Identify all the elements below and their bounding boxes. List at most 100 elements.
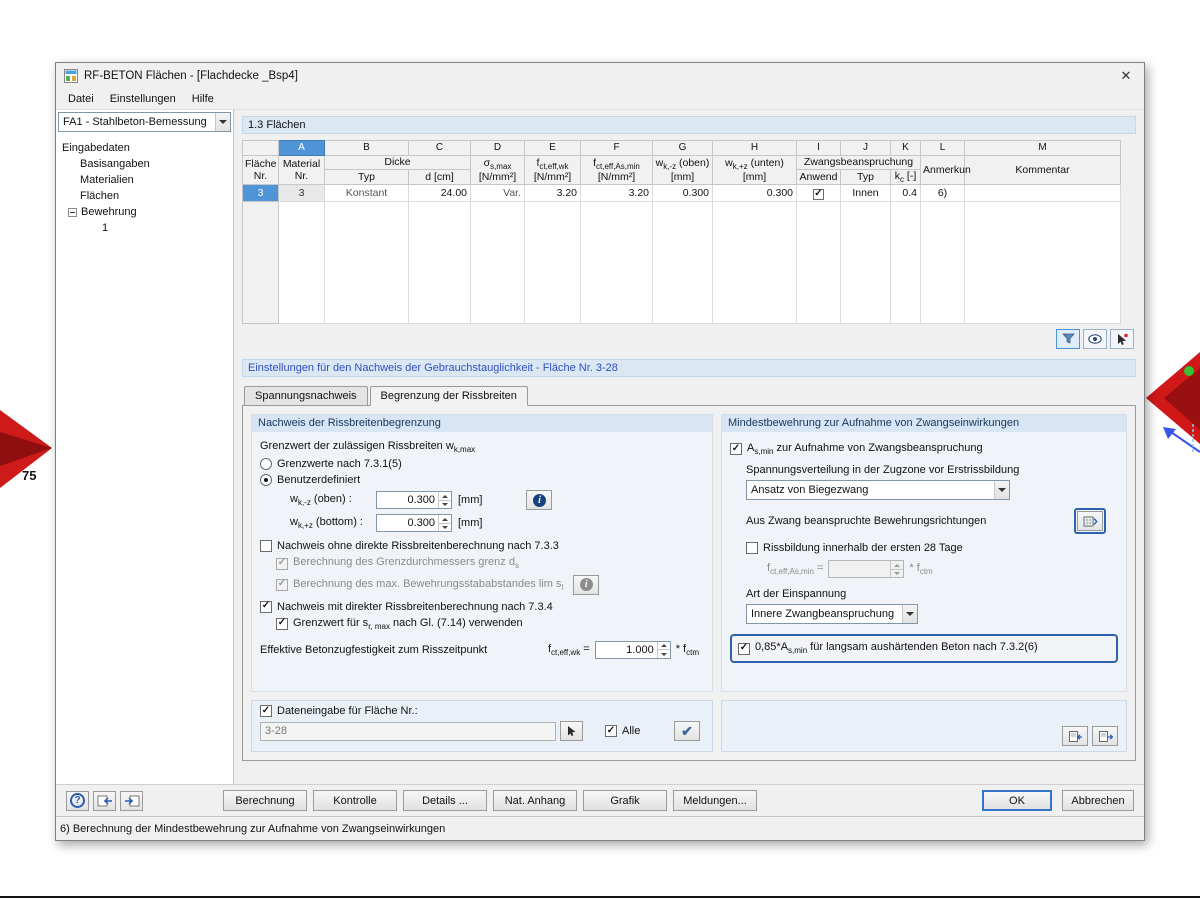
empty-rows <box>242 201 1121 325</box>
filter-button[interactable] <box>1056 329 1080 350</box>
grafik-button[interactable]: Grafik <box>583 790 667 811</box>
window-title: RF-BETON Flächen - [Flachdecke _Bsp4] <box>84 70 298 82</box>
navigator-panel: FA1 - Stahlbeton-Bemessung Eingabedaten … <box>56 110 234 784</box>
apply-button[interactable]: ✔ <box>674 721 700 742</box>
tree-item-bewehrung[interactable]: Bewehrung <box>58 204 231 220</box>
tab-begrenzung-rissbreiten[interactable]: Begrenzung der Rissbreiten <box>369 386 528 407</box>
cell-typ[interactable]: Konstant <box>324 184 409 203</box>
berechnung-button[interactable]: Berechnung <box>223 790 307 811</box>
button-bar: ? Berechnung Kontrolle Details ... Nat. … <box>56 784 1144 816</box>
crack-width-info-button[interactable]: i <box>526 490 553 511</box>
cb-dateneingabe[interactable]: Dateneingabe für Fläche Nr.: <box>260 705 704 718</box>
pick-icon <box>1118 333 1128 345</box>
tree-item-materialien[interactable]: Materialien <box>58 172 231 188</box>
design-case-select[interactable]: FA1 - Stahlbeton-Bemessung <box>58 112 231 132</box>
checkbox-disabled-icon <box>276 557 288 570</box>
cell-kc[interactable]: 0.4 <box>890 184 921 203</box>
slow-hardening-option[interactable]: 0,85*As,min für langsam aushärtenden Bet… <box>730 634 1118 663</box>
meldungen-button[interactable]: Meldungen... <box>673 790 757 811</box>
fct-eff-wk-spinner[interactable]: 1.000 <box>594 640 671 659</box>
titlebar: RF-BETON Flächen - [Flachdecke _Bsp4] ✕ <box>56 63 1144 89</box>
checkbox-checked-icon <box>738 642 750 655</box>
cb-grenzdurchmesser: Berechnung des Grenzdurchmessers grenz d… <box>276 556 704 571</box>
spinner-arrows[interactable] <box>438 492 451 509</box>
col-letter-j[interactable]: J <box>840 140 891 156</box>
col-letter-h[interactable]: H <box>712 140 797 156</box>
col-flaeche-header: Fläche Nr. <box>242 154 279 186</box>
copy-settings-button[interactable] <box>1062 726 1088 747</box>
col-letter-a[interactable]: A <box>278 140 325 156</box>
cb-asmin[interactable]: As,min zur Aufnahme von Zwangsbeanspruch… <box>730 442 1118 456</box>
alle-checkbox[interactable] <box>605 725 617 738</box>
stress-distribution-select[interactable]: Ansatz von Biegezwang <box>746 480 1010 501</box>
settings-header-text: Einstellungen für den Nachweis der Gebra… <box>248 362 618 375</box>
tab-spannungsnachweis[interactable]: Spannungsnachweis <box>244 386 368 407</box>
cb-grenzwert-sr[interactable]: Grenzwert für sr, max nach Gl. (7.14) ve… <box>276 617 704 631</box>
tree-item-bewehrung-1[interactable]: 1 <box>58 220 231 236</box>
close-button[interactable]: ✕ <box>1108 63 1144 89</box>
cell-sigma[interactable]: Var. <box>470 184 525 203</box>
tree-item-eingabedaten[interactable]: Eingabedaten <box>58 140 231 156</box>
cell-kommentar[interactable] <box>964 184 1121 203</box>
radio-grenzwerte-code[interactable]: Grenzwerte nach 7.3.1(5) <box>260 458 704 471</box>
ok-button[interactable]: OK <box>982 790 1052 811</box>
zwang-anwend-checkbox[interactable] <box>813 188 824 200</box>
col-letter-m[interactable]: M <box>964 140 1121 156</box>
abbrechen-button[interactable]: Abbrechen <box>1062 790 1134 811</box>
cb-28days[interactable]: Rissbildung innerhalb der ersten 28 Tage <box>746 542 1118 555</box>
checkbox-disabled-icon <box>276 578 288 591</box>
fct-eff-wk-label: fct,eff,wk = <box>547 642 590 657</box>
tab-page: Nachweis der Rissbreitenbegrenzung Grenz… <box>242 405 1136 762</box>
spinner-arrows[interactable] <box>656 641 670 658</box>
cb-nachweis-mit[interactable]: Nachweis mit direkter Rissbreitenberechn… <box>260 600 704 613</box>
previous-dialog-button[interactable] <box>93 790 116 811</box>
radio-benutzerdefiniert[interactable]: Benutzerdefiniert <box>260 474 704 487</box>
pick-in-graphic-button[interactable] <box>1110 329 1134 350</box>
cell-anmerkung[interactable]: 6) <box>920 184 965 203</box>
menu-datei[interactable]: Datei <box>60 91 102 107</box>
next-dialog-button[interactable] <box>120 790 143 811</box>
tree-item-flaechen[interactable]: Flächen <box>58 188 231 204</box>
col-letter-f[interactable]: F <box>580 140 653 156</box>
reinforcement-directions-button[interactable] <box>1077 511 1103 532</box>
col-fctas-header: fct,eff,As,min [N/mm²] <box>580 154 653 186</box>
col-letter-k[interactable]: K <box>890 140 921 156</box>
restraint-select[interactable]: Innere Zwangbeanspruchung <box>746 604 918 625</box>
col-letter-d[interactable]: D <box>470 140 525 156</box>
col-letter-i[interactable]: I <box>796 140 841 156</box>
details-button[interactable]: Details ... <box>403 790 487 811</box>
tree-item-basisangaben[interactable]: Basisangaben <box>58 156 231 172</box>
kontrolle-button[interactable]: Kontrolle <box>313 790 397 811</box>
cell-wkminus[interactable]: 0.300 <box>652 184 713 203</box>
cb-nachweis-ohne[interactable]: Nachweis ohne direkte Rissbreitenberechn… <box>260 540 704 553</box>
spinner-arrows[interactable] <box>438 515 451 532</box>
col-letter-g[interactable]: G <box>652 140 713 156</box>
menu-einstellungen[interactable]: Einstellungen <box>102 91 184 107</box>
row-header-3[interactable]: 3 <box>242 184 279 203</box>
green-node-dot <box>1184 366 1194 376</box>
cell-fctas[interactable]: 3.20 <box>580 184 653 203</box>
col-letter-e[interactable]: E <box>524 140 581 156</box>
help-icon: ? <box>70 793 85 808</box>
cell-fctwk[interactable]: 3.20 <box>524 184 581 203</box>
wk-oben-spinner[interactable]: 0.300 <box>376 491 452 510</box>
view-button[interactable] <box>1083 329 1107 350</box>
radio-selected-icon <box>260 474 272 487</box>
col-letter-l[interactable]: L <box>920 140 965 156</box>
col-letter-b[interactable]: B <box>324 140 409 156</box>
cell-wkplus[interactable]: 0.300 <box>712 184 797 203</box>
menu-hilfe[interactable]: Hilfe <box>184 91 222 107</box>
wk-bottom-label: wk,+z (bottom) : <box>290 516 363 531</box>
pick-surface-button[interactable] <box>560 721 583 742</box>
paste-settings-button[interactable] <box>1092 726 1118 747</box>
col-letter-c[interactable]: C <box>408 140 471 156</box>
help-button[interactable]: ? <box>66 790 89 811</box>
cell-d[interactable]: 24.00 <box>408 184 471 203</box>
wk-bottom-spinner[interactable]: 0.300 <box>376 514 452 533</box>
collapse-icon[interactable] <box>68 207 77 217</box>
cell-zwangtyp[interactable]: Innen <box>840 184 891 203</box>
stababstand-info-button[interactable]: i <box>573 574 600 595</box>
nat-anhang-button[interactable]: Nat. Anhang <box>493 790 577 811</box>
checkbox-icon <box>746 542 758 555</box>
cell-material[interactable]: 3 <box>278 184 325 203</box>
